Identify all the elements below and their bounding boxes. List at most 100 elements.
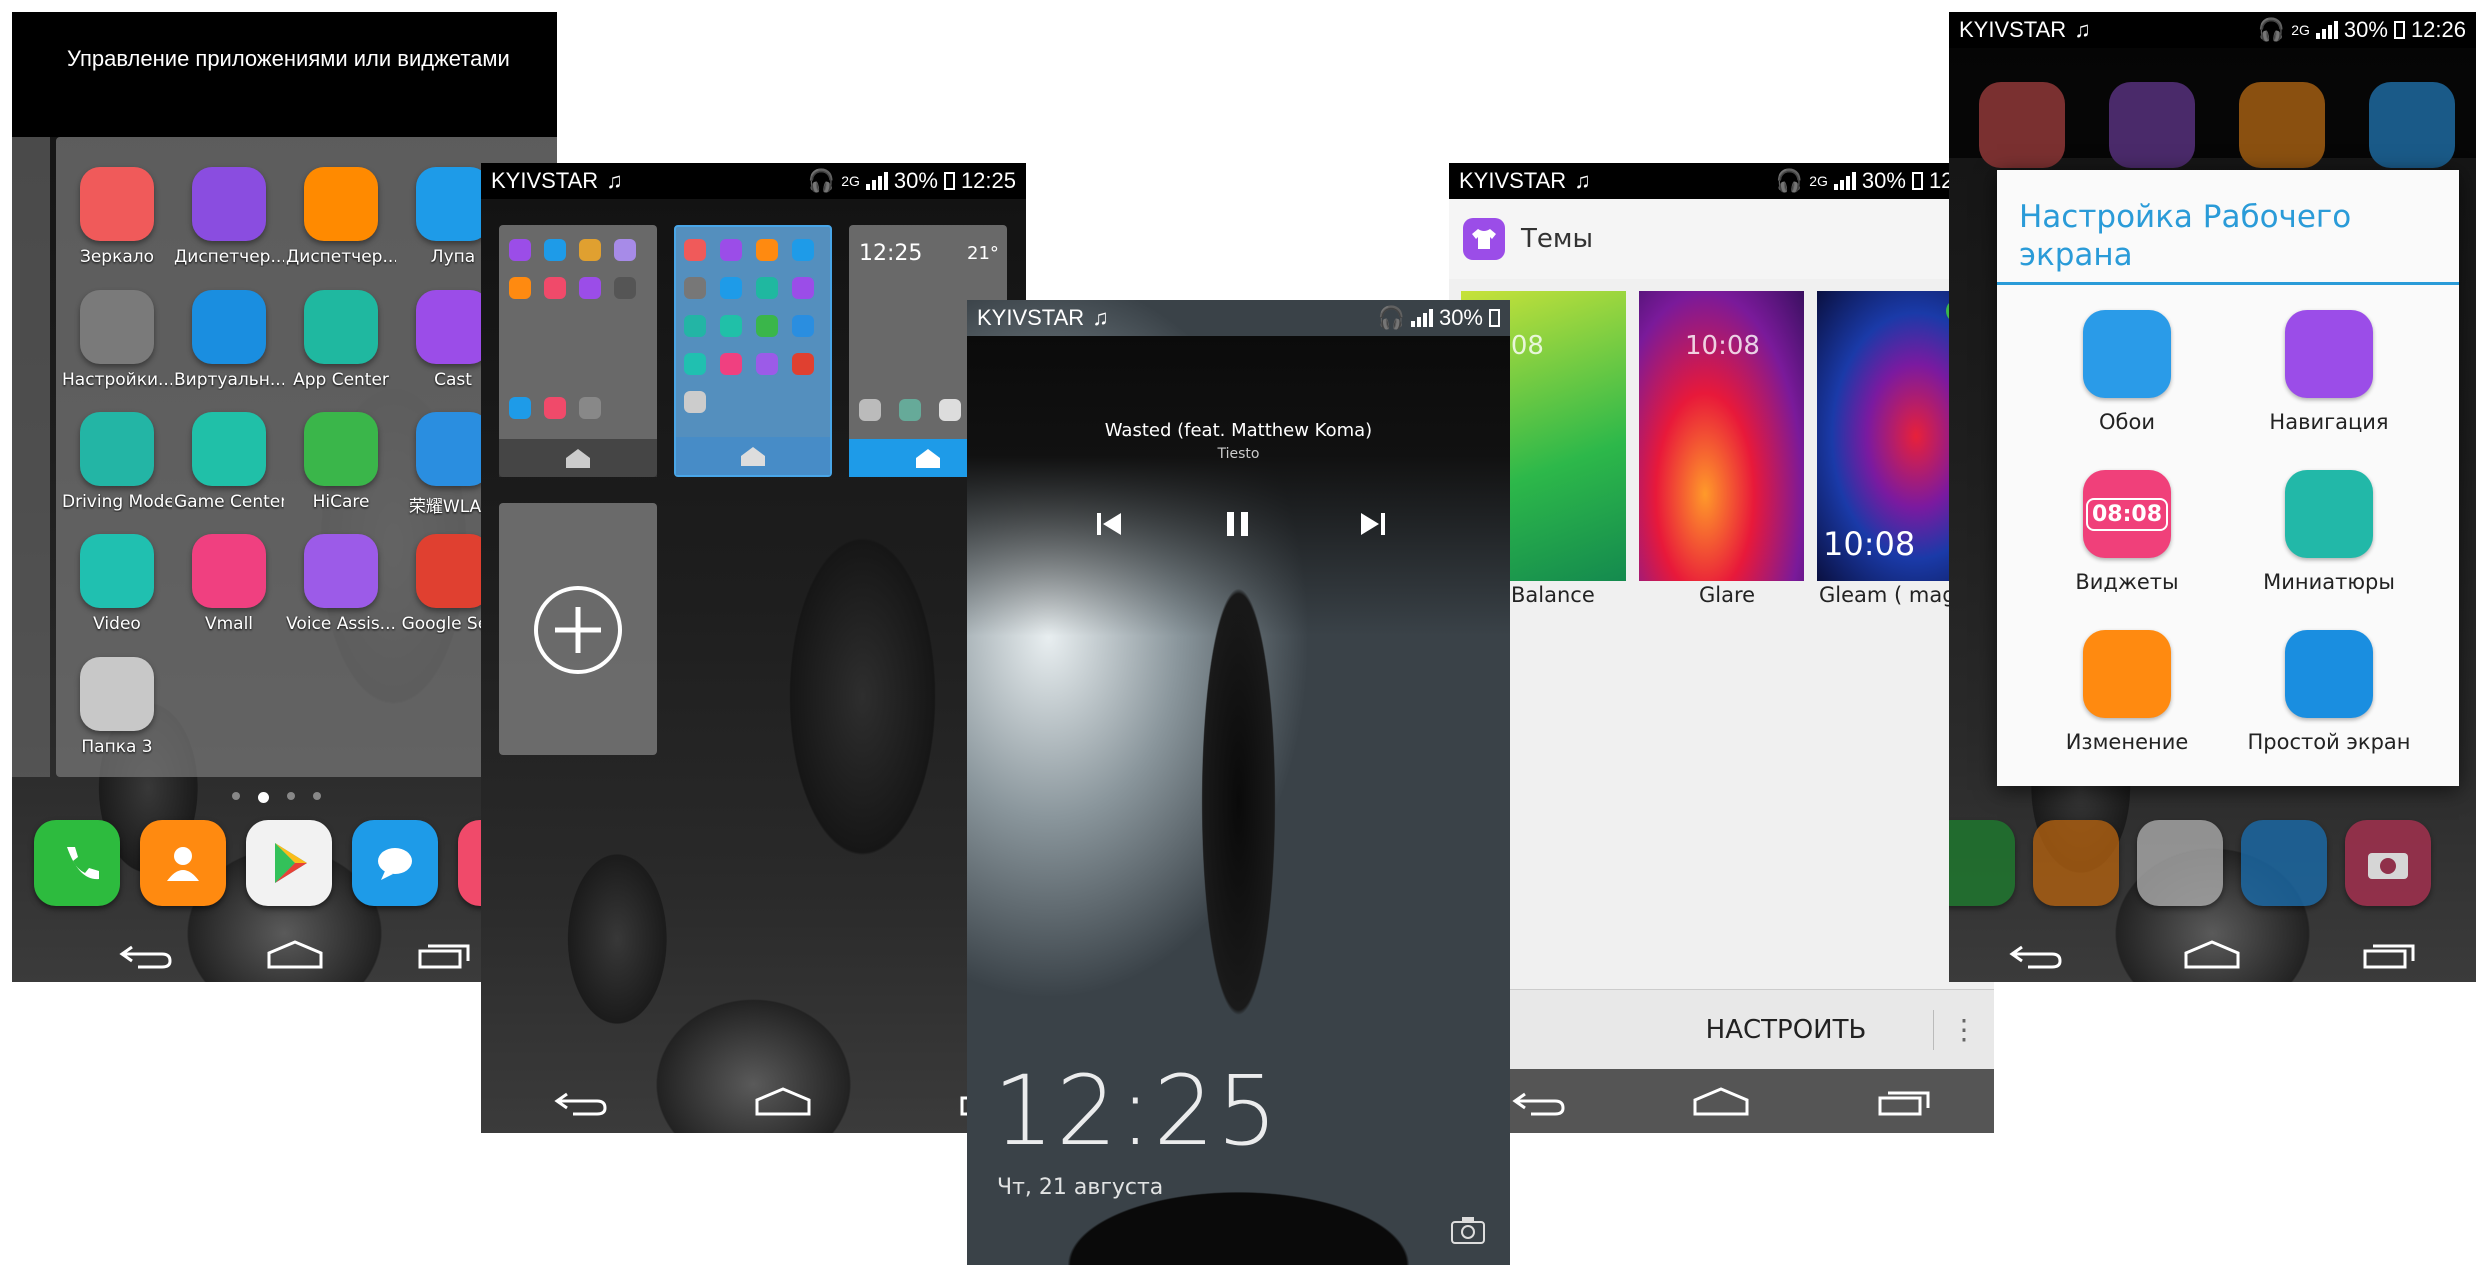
next-track-button[interactable]	[1357, 510, 1387, 542]
battery-level: 30%	[1438, 305, 1483, 330]
camera-shortcut-icon[interactable]	[1450, 1215, 1486, 1249]
theme-glare[interactable]: 10:08	[1639, 291, 1804, 581]
thumbnail-clock: 12:25	[859, 241, 923, 266]
dialog-title: Настройка Рабочего экрана	[2019, 199, 2352, 273]
app-folder[interactable]: Диспетчер...	[286, 167, 396, 267]
vmall-icon	[192, 534, 266, 608]
phone-app-icon[interactable]	[1949, 820, 2015, 906]
battery-icon	[2393, 21, 2405, 39]
previous-track-button[interactable]	[1095, 510, 1125, 542]
app-gamepad[interactable]: Game Center	[174, 412, 284, 512]
play-store-icon[interactable]	[246, 820, 332, 906]
theme-preview-clock: 10:08	[1823, 525, 1916, 563]
setting-label: Обои	[2099, 410, 2155, 434]
app-bag[interactable]: App Center	[286, 290, 396, 390]
recents-icon[interactable]	[416, 939, 472, 969]
app-management-screen: Управление приложениями или виджетами Зе…	[12, 12, 557, 982]
setting-simple-screen[interactable]: Простой экран	[2229, 630, 2429, 754]
back-icon[interactable]	[2008, 939, 2064, 969]
app-folder-grid[interactable]: Папка 3	[62, 657, 172, 757]
setting-label: Изменение	[2065, 730, 2189, 754]
status-time: 12:25	[960, 168, 1016, 193]
app-label: Driving Mode	[62, 492, 172, 512]
home-icon[interactable]	[1691, 1086, 1751, 1116]
simple-screen-icon	[2285, 630, 2373, 718]
previous-icon	[1097, 513, 1121, 535]
app-vmall[interactable]: Vmall	[174, 534, 284, 634]
screen-thumbnail-1[interactable]	[499, 225, 657, 477]
themes-title: Темы	[1521, 224, 1594, 254]
back-icon[interactable]	[118, 939, 174, 969]
messages-app-icon[interactable]	[2241, 820, 2327, 906]
home-icon[interactable]	[753, 1086, 813, 1116]
screen-thumbnail-2-selected[interactable]	[674, 225, 832, 477]
app-mic[interactable]: Voice Assis...	[286, 534, 396, 634]
more-options-icon[interactable]: ⋮	[1934, 1015, 1994, 1044]
back-icon[interactable]	[1511, 1086, 1567, 1116]
setting-wallpaper[interactable]: Обои	[2027, 310, 2227, 434]
song-title: Wasted (feat. Matthew Koma)	[1104, 420, 1373, 441]
panel1-header: Управление приложениями или виджетами	[12, 12, 557, 137]
magnifier-icon	[416, 167, 490, 241]
navigation-bar	[481, 1069, 1026, 1133]
network-type: 2G	[2291, 22, 2310, 38]
video-icon	[80, 534, 154, 608]
themes-shirt-icon	[1463, 218, 1505, 260]
steering-icon	[80, 412, 154, 486]
shield-icon	[192, 167, 266, 241]
headphones-icon: 🎧	[2257, 17, 2286, 42]
app-mirror[interactable]: Зеркало	[62, 167, 172, 267]
app-google-settings[interactable]: Настройки...	[62, 290, 172, 390]
left-page-edge	[12, 137, 50, 777]
contacts-app-icon[interactable]	[2033, 820, 2119, 906]
app-steering[interactable]: Driving Mode	[62, 412, 172, 512]
home-settings-dialog: Настройка Рабочего экрана Обои Навигация 0…	[1997, 170, 2459, 786]
app-label: Диспетчер...	[174, 247, 284, 267]
themes-title-bar: Темы	[1449, 199, 1994, 279]
home-icon[interactable]	[265, 939, 325, 969]
setting-label: Простой экран	[2247, 730, 2411, 754]
battery-level: 30%	[2343, 17, 2388, 42]
app-video[interactable]: Video	[62, 534, 172, 634]
app-chat[interactable]: HiCare	[286, 412, 396, 512]
signal-icon	[1833, 172, 1856, 190]
lock-date: Чт, 21 августа	[997, 1175, 1164, 1200]
setting-house-gear[interactable]: Изменение	[2027, 630, 2227, 754]
home-icon[interactable]	[2182, 939, 2242, 969]
bag-icon	[304, 290, 378, 364]
recents-icon[interactable]	[2361, 939, 2417, 969]
status-bar: KYIVSTAR ♫ 🎧 30%	[967, 300, 1510, 336]
add-screen-tile[interactable]	[499, 503, 657, 755]
gamepad-icon	[192, 412, 266, 486]
app-shield[interactable]: Диспетчер...	[174, 167, 284, 267]
contacts-app-icon[interactable]	[140, 820, 226, 906]
app-wifi[interactable]: Виртуальн...	[174, 290, 284, 390]
back-icon[interactable]	[553, 1086, 609, 1116]
play-store-icon[interactable]	[2137, 820, 2223, 906]
phone-app-icon[interactable]	[34, 820, 120, 906]
customize-button[interactable]: НАСТРОИТЬ	[1449, 1015, 1933, 1045]
battery-icon	[1911, 172, 1923, 190]
recents-icon[interactable]	[1876, 1086, 1932, 1116]
customize-bar: НАСТРОИТЬ ⋮	[1449, 989, 1994, 1069]
lock-clock: 12:25	[993, 1055, 1280, 1167]
network-type: 2G	[1809, 173, 1828, 189]
messages-app-icon[interactable]	[352, 820, 438, 906]
navigation-bar	[72, 926, 517, 982]
music-note-icon: ♫	[1092, 305, 1109, 330]
setting-navigation[interactable]: Навигация	[2229, 310, 2429, 434]
wallpaper-icon	[2083, 310, 2171, 398]
home-settings-screen: KYIVSTAR ♫ 🎧 2G 30% 12:26 Настройка Рабо…	[1949, 12, 2476, 982]
app-label: Зеркало	[79, 247, 155, 267]
camera-app-icon[interactable]	[2345, 820, 2431, 906]
app-label: Video	[93, 614, 141, 634]
setting-thumbnails[interactable]: Миниатюры	[2229, 470, 2429, 594]
carrier-name: KYIVSTAR	[977, 305, 1085, 330]
page-indicator	[232, 792, 321, 803]
setting-widgets[interactable]: 08:08 Виджеты	[2027, 470, 2227, 594]
music-note-icon: ♫	[1574, 168, 1591, 193]
navigation-bar	[1449, 1069, 1994, 1133]
home-icon	[916, 449, 940, 468]
network-type: 2G	[841, 173, 860, 189]
pause-button[interactable]	[1223, 510, 1253, 542]
